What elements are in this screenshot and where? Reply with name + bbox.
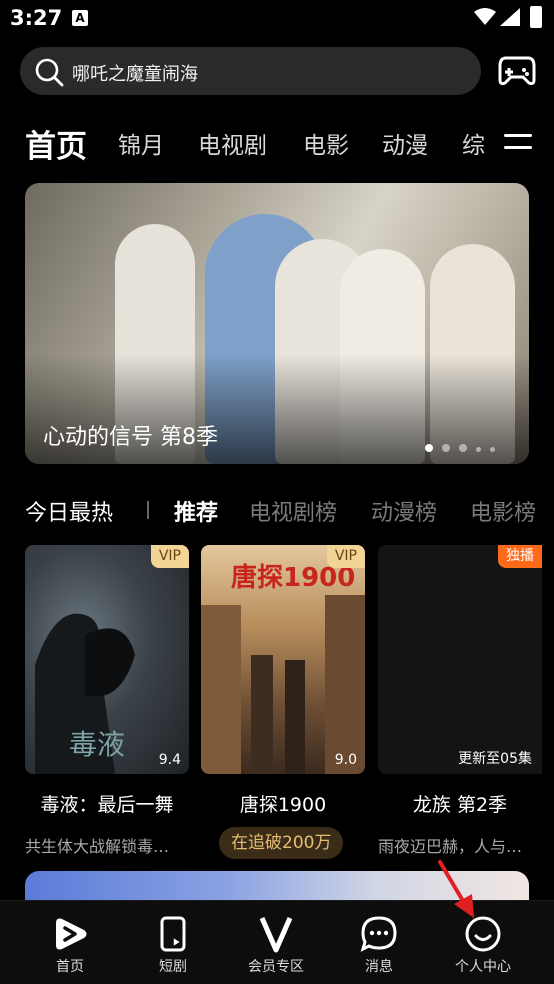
today-hot-label: 今日最热: [25, 501, 114, 526]
poster-image: 唐探1900 VIP 9.0: [201, 545, 365, 774]
trending-pill: 在追破200万: [219, 827, 344, 859]
nav-vip-label: 会员专区: [248, 959, 304, 975]
video-description: 共生体大战解锁毒…: [25, 837, 170, 856]
search-icon: [35, 58, 64, 87]
divider: [147, 501, 149, 519]
nav-short-drama[interactable]: 短剧: [128, 915, 218, 976]
banner-title: 心动的信号 第8季: [43, 425, 218, 450]
video-card[interactable]: 唐探1900 VIP 9.0 唐探1900 在追破200万: [201, 545, 365, 859]
tab-jinyue[interactable]: 锦月: [118, 126, 164, 160]
short-video-icon: [160, 916, 186, 952]
nav-messages-label: 消息: [365, 959, 393, 975]
rank-tab-movies[interactable]: 电影榜: [470, 495, 536, 527]
rating-score: 9.4: [158, 752, 181, 768]
video-title: 毒液：最后一舞: [40, 794, 174, 816]
ranking-tabs: 今日最热 推荐 电视剧榜 动漫榜 电影榜: [0, 492, 554, 532]
annotation-arrow-icon: [438, 860, 474, 918]
rank-tab-tv[interactable]: 电视剧榜: [249, 495, 337, 527]
tab-variety[interactable]: 综: [462, 126, 485, 160]
battery-icon: [530, 6, 542, 28]
tab-home[interactable]: 首页: [25, 121, 87, 166]
search-placeholder: 哪吒之魔童闹海: [72, 64, 198, 85]
video-description: 雨夜迈巴赫，人与…: [378, 837, 523, 856]
video-title: 龙族 第2季: [412, 794, 508, 816]
nav-vip[interactable]: 会员专区: [231, 915, 321, 976]
episode-update: 更新至05集: [458, 751, 532, 767]
menu-icon[interactable]: [504, 134, 532, 154]
signal-icon: [500, 8, 520, 26]
tab-movies[interactable]: 电影: [303, 126, 349, 160]
nav-home[interactable]: 首页: [25, 915, 115, 976]
poster-image: 独播 更新至05集: [378, 545, 542, 774]
video-title: 唐探1900: [239, 794, 327, 816]
poster-title: 毒液: [69, 728, 126, 761]
rank-tab-recommend[interactable]: 推荐: [174, 495, 218, 527]
status-bar: 3:27 A: [0, 0, 554, 38]
nav-messages[interactable]: 消息: [334, 915, 424, 976]
rank-tab-anime[interactable]: 动漫榜: [371, 495, 437, 527]
tab-tv-series[interactable]: 电视剧: [198, 126, 267, 160]
home-play-icon: [56, 918, 87, 950]
message-icon: [360, 916, 397, 952]
vip-v-icon: [259, 916, 293, 953]
poster-image: VIP 毒液 9.4: [25, 545, 189, 774]
wifi-icon: [474, 8, 496, 25]
nav-home-label: 首页: [56, 959, 84, 975]
nav-short-drama-label: 短剧: [159, 959, 187, 975]
banner-page-indicator: [425, 437, 504, 456]
exclusive-badge: 独播: [498, 545, 542, 568]
nav-profile-label: 个人中心: [455, 959, 511, 975]
vip-badge: VIP: [326, 545, 365, 568]
category-tabs: 首页 锦月 电视剧 电影 动漫 综: [0, 118, 554, 168]
nav-profile[interactable]: 个人中心: [438, 915, 528, 976]
video-card[interactable]: 独播 更新至05集 龙族 第2季 雨夜迈巴赫，人与…: [378, 545, 542, 856]
search-bar[interactable]: 哪吒之魔童闹海: [20, 47, 481, 95]
rating-score: 9.0: [334, 752, 357, 768]
gamepad-icon[interactable]: [498, 52, 536, 88]
vip-badge: VIP: [150, 545, 189, 568]
video-card[interactable]: VIP 毒液 9.4 毒液：最后一舞 共生体大战解锁毒…: [25, 545, 189, 856]
tab-anime[interactable]: 动漫: [382, 126, 428, 160]
hero-banner[interactable]: 心动的信号 第8季: [25, 183, 529, 464]
notification-a-icon: A: [72, 10, 88, 26]
status-time: 3:27: [10, 6, 63, 30]
